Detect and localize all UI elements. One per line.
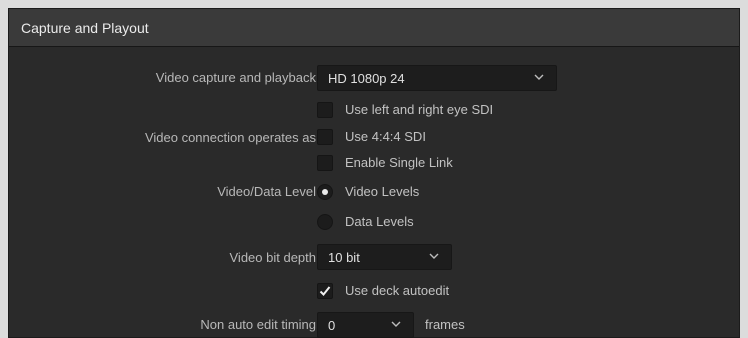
chevron-down-icon — [391, 321, 401, 327]
bit-depth-label: Video bit depth — [229, 250, 317, 265]
connection-label: Video connection operates as — [144, 130, 316, 145]
panel-title: Capture and Playout — [21, 19, 149, 36]
left-right-eye-sdi-checkbox[interactable] — [317, 102, 333, 118]
capture-playback-value: HD 1080p 24 — [328, 70, 405, 86]
deck-autoedit-label: Use deck autoedit — [345, 283, 450, 298]
capture-playback-label: Video capture and playback — [155, 70, 316, 85]
bit-depth-value: 10 bit — [328, 249, 360, 265]
edit-timing-dropdown[interactable]: 0 — [317, 312, 414, 338]
left-right-eye-sdi-label: Use left and right eye SDI — [345, 102, 494, 117]
capture-playback-dropdown[interactable]: HD 1080p 24 — [317, 65, 557, 91]
enable-single-link-checkbox[interactable] — [317, 155, 333, 171]
bit-depth-dropdown[interactable]: 10 bit — [317, 244, 452, 270]
capture-playout-panel: Capture and Playout Video capture and pl… — [8, 8, 740, 338]
deck-autoedit-checkbox[interactable] — [317, 283, 333, 299]
data-levels-radio[interactable] — [317, 214, 333, 230]
chevron-down-icon — [534, 74, 544, 80]
video-levels-radio[interactable] — [317, 184, 333, 200]
chevron-down-icon — [429, 253, 439, 259]
video-data-level-label: Video/Data Level — [217, 184, 316, 199]
video-levels-label: Video Levels — [345, 184, 420, 199]
use-444-sdi-label: Use 4:4:4 SDI — [345, 129, 426, 144]
panel-header: Capture and Playout — [9, 9, 739, 47]
edit-timing-value: 0 — [328, 317, 336, 333]
use-444-sdi-checkbox[interactable] — [317, 129, 333, 145]
checkmark-icon — [319, 286, 331, 296]
data-levels-label: Data Levels — [345, 214, 414, 229]
frames-unit-label: frames — [425, 317, 465, 332]
enable-single-link-label: Enable Single Link — [345, 155, 453, 170]
edit-timing-label: Non auto edit timing — [200, 317, 316, 332]
